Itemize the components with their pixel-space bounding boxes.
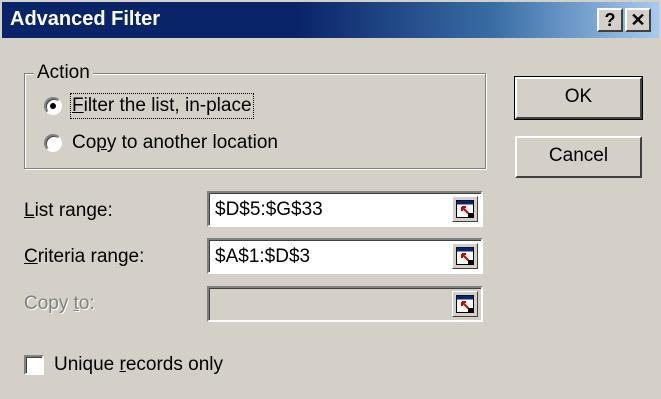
collapse-dialog-icon (456, 295, 474, 313)
list-range-input[interactable]: $D$5:$G$33 (207, 191, 483, 227)
list-range-value[interactable]: $D$5:$G$33 (215, 199, 323, 221)
radio-copy-to-location[interactable]: Copy to another location (44, 132, 278, 154)
cancel-button[interactable]: Cancel (515, 136, 642, 178)
ok-button[interactable]: OK (514, 76, 643, 120)
unique-records-checkbox-row[interactable]: Unique records only (24, 354, 223, 376)
radio-filter-in-place[interactable]: Filter the list, in-place (44, 93, 254, 119)
unique-records-label[interactable]: Unique records only (54, 354, 223, 376)
window-title: Advanced Filter (10, 8, 161, 30)
copy-to-input (207, 286, 483, 322)
close-button[interactable]: ✕ (625, 8, 651, 32)
list-range-label: List range: (24, 200, 113, 221)
radio-copy-to-location-label[interactable]: Copy to another location (72, 132, 278, 154)
collapse-dialog-icon (456, 200, 474, 218)
help-button[interactable]: ? (597, 8, 623, 32)
criteria-range-collapse-button[interactable] (452, 243, 478, 269)
criteria-range-value[interactable]: $A$1:$D$3 (215, 246, 310, 268)
list-range-collapse-button[interactable] (452, 196, 478, 222)
radio-button-unchecked[interactable] (44, 134, 62, 152)
radio-button-checked[interactable] (44, 97, 62, 115)
criteria-range-label: Criteria range: (24, 246, 145, 267)
unique-records-checkbox[interactable] (24, 355, 44, 375)
radio-filter-in-place-label[interactable]: Filter the list, in-place (70, 93, 254, 119)
action-groupbox (24, 73, 486, 169)
criteria-range-input[interactable]: $A$1:$D$3 (207, 238, 483, 274)
advanced-filter-dialog: Advanced Filter ? ✕ Action Filter the li… (0, 0, 661, 399)
title-bar[interactable]: Advanced Filter ? ✕ (2, 2, 659, 38)
copy-to-label: Copy to: (24, 293, 95, 314)
collapse-dialog-icon (456, 247, 474, 265)
copy-to-collapse-button (452, 291, 478, 317)
action-group-legend: Action (34, 62, 93, 84)
